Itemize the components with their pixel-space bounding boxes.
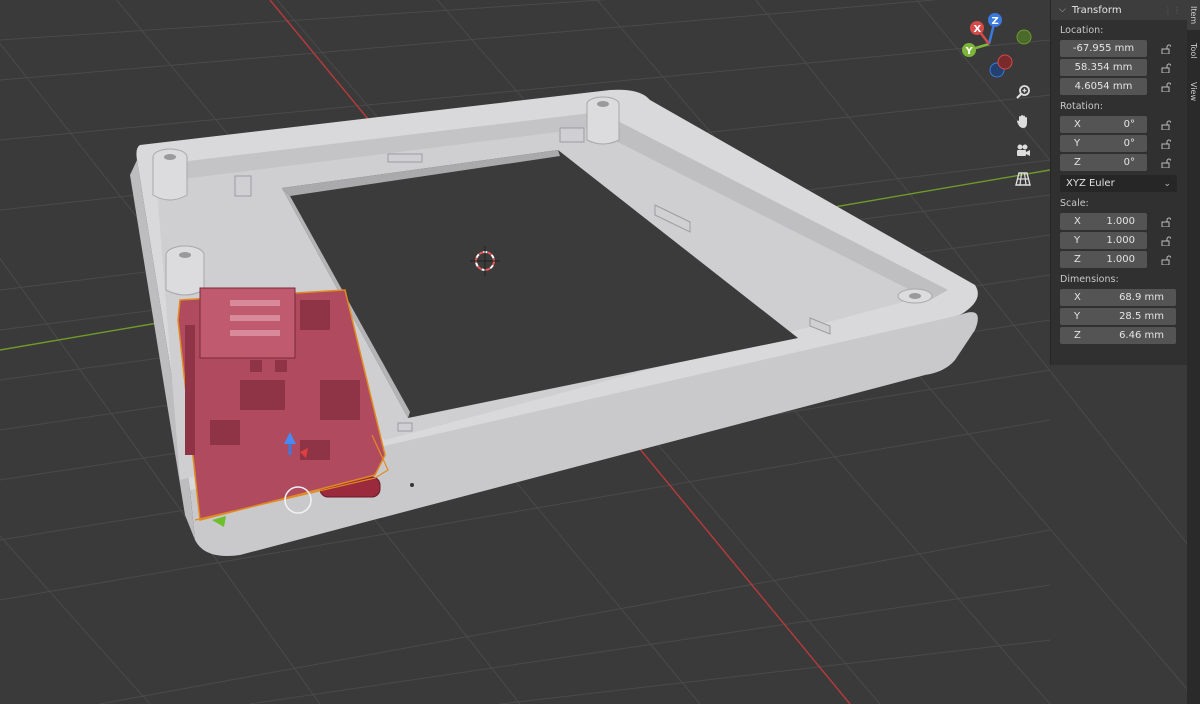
dimensions-z-field[interactable]: Z 6.46 mm — [1060, 327, 1176, 344]
grid-icon — [1015, 171, 1031, 191]
rotation-x-axis-label: X — [1074, 119, 1081, 130]
scale-label: Scale: — [1060, 198, 1089, 209]
dimensions-x-field[interactable]: X 68.9 mm — [1060, 289, 1176, 306]
pan-tool-button[interactable] — [1010, 111, 1036, 135]
gizmo-z-label: Z — [992, 16, 999, 27]
rotation-y-axis-label: Y — [1074, 138, 1081, 149]
scale-z-field[interactable]: Z 1.000 — [1060, 251, 1147, 268]
location-x-field[interactable]: -67.955 mm — [1060, 40, 1147, 57]
scale-x-value: 1.000 — [1106, 216, 1135, 227]
sidebar-tabs: Item Tool View — [1187, 0, 1200, 704]
scale-x-field[interactable]: X 1.000 — [1060, 213, 1147, 230]
drag-handle-icon[interactable]: ⋮⋮ — [1164, 6, 1182, 15]
gizmo-x-label: X — [974, 24, 982, 35]
dimensions-x-axis-label: X — [1074, 292, 1081, 303]
location-label: Location: — [1060, 25, 1104, 36]
scale-y-field[interactable]: Y 1.000 — [1060, 232, 1147, 249]
scale-y-axis-label: Y — [1074, 235, 1081, 246]
lock-icon[interactable] — [1161, 63, 1171, 73]
rotation-z-axis-label: Z — [1074, 157, 1081, 168]
rotation-label: Rotation: — [1060, 101, 1103, 112]
gizmo-y-label: Y — [965, 46, 974, 57]
dimensions-label: Dimensions: — [1060, 274, 1119, 285]
gizmo-neg-x — [997, 54, 1013, 70]
zoom-icon — [1015, 84, 1031, 104]
hand-icon — [1015, 113, 1031, 133]
perspective-toggle-button[interactable] — [1010, 169, 1036, 193]
dimensions-y-field[interactable]: Y 28.5 mm — [1060, 308, 1176, 325]
zoom-tool-button[interactable] — [1010, 82, 1036, 106]
tab-item[interactable]: Item — [1187, 0, 1200, 30]
panel-title: Transform — [1071, 4, 1122, 16]
lock-icon[interactable] — [1161, 158, 1171, 168]
lock-icon[interactable] — [1161, 236, 1171, 246]
camera-view-button[interactable] — [1010, 140, 1036, 164]
dimensions-x-value: 68.9 mm — [1119, 292, 1164, 303]
transform-panel-header[interactable]: ⌵ Transform ⋮⋮ — [1051, 0, 1188, 20]
lock-icon[interactable] — [1161, 139, 1171, 149]
rotation-z-value: 0° — [1123, 157, 1135, 168]
tab-view[interactable]: View — [1187, 76, 1200, 106]
scale-z-axis-label: Z — [1074, 254, 1081, 265]
rotation-x-value: 0° — [1123, 119, 1135, 130]
sidebar-panel: ⌵ Transform ⋮⋮ Location: -67.955 mm 58.3… — [1050, 0, 1188, 365]
lock-icon[interactable] — [1161, 217, 1171, 227]
location-y-field[interactable]: 58.354 mm — [1060, 59, 1147, 76]
rotation-mode-select[interactable]: XYZ Euler ⌄ — [1060, 175, 1177, 192]
navigation-gizmo[interactable]: Z Y X — [955, 10, 1035, 80]
dimensions-z-axis-label: Z — [1074, 330, 1081, 341]
scale-x-axis-label: X — [1074, 216, 1081, 227]
scale-z-value: 1.000 — [1106, 254, 1135, 265]
tab-tool[interactable]: Tool — [1187, 36, 1200, 66]
location-z-field[interactable]: 4.6054 mm — [1060, 78, 1147, 95]
rotation-y-field[interactable]: Y 0° — [1060, 135, 1147, 152]
dimensions-y-axis-label: Y — [1074, 311, 1081, 322]
lock-icon[interactable] — [1161, 120, 1171, 130]
rotation-y-value: 0° — [1123, 138, 1135, 149]
dimensions-y-value: 28.5 mm — [1119, 311, 1164, 322]
lock-icon[interactable] — [1161, 82, 1171, 92]
chevron-down-icon: ⌵ — [1059, 5, 1066, 15]
rotation-x-field[interactable]: X 0° — [1060, 116, 1147, 133]
dimensions-z-value: 6.46 mm — [1119, 330, 1164, 341]
chevron-down-icon: ⌄ — [1163, 178, 1171, 189]
rotation-mode-value: XYZ Euler — [1066, 178, 1115, 189]
scale-y-value: 1.000 — [1106, 235, 1135, 246]
camera-icon — [1015, 142, 1031, 162]
rotation-z-field[interactable]: Z 0° — [1060, 154, 1147, 171]
lock-icon[interactable] — [1161, 255, 1171, 265]
gizmo-neg-y — [1016, 29, 1032, 45]
lock-icon[interactable] — [1161, 44, 1171, 54]
